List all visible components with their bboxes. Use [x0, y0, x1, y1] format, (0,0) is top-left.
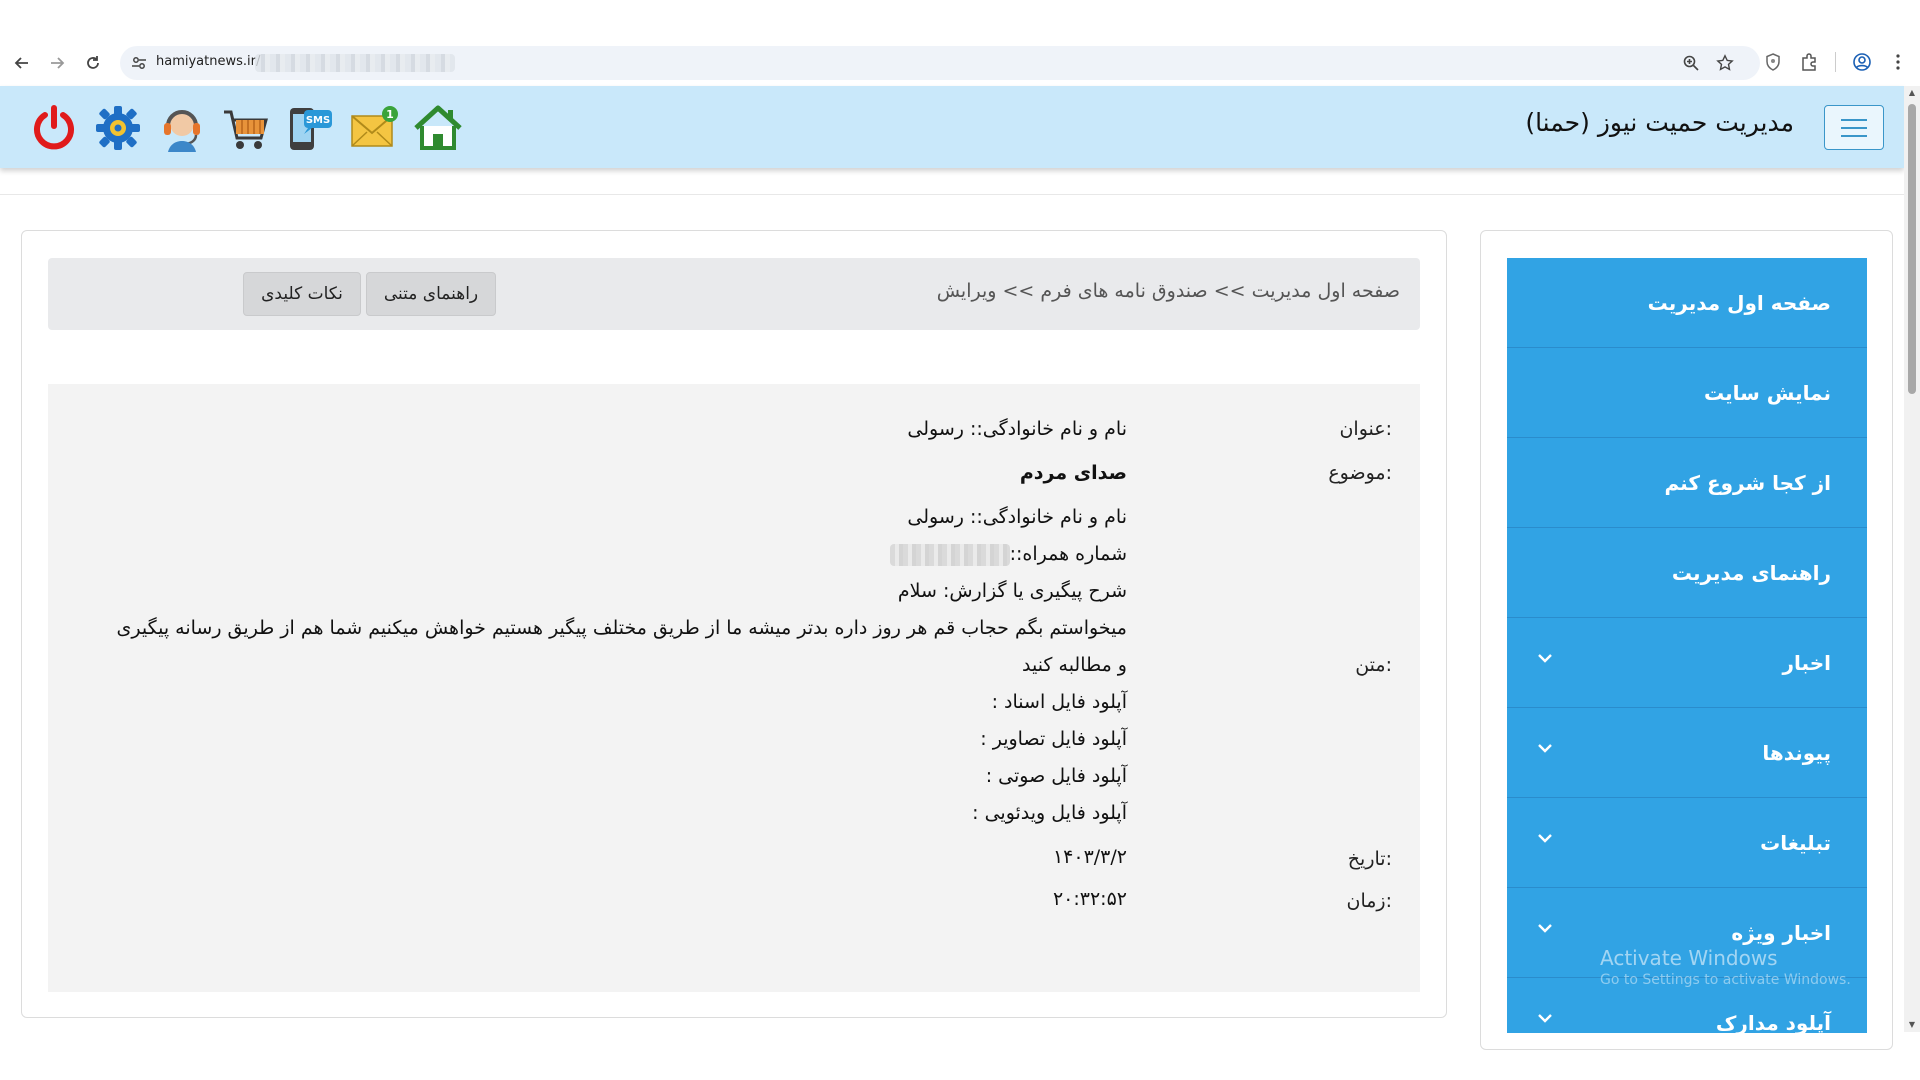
bookmark-star-icon[interactable]	[1716, 54, 1734, 72]
scroll-up-arrow-icon[interactable]: ▲	[1904, 86, 1920, 100]
app-title: مدیریت حمیت نیوز (حمنا)	[1525, 108, 1794, 137]
cart-icon[interactable]	[220, 102, 272, 154]
sidebar-item[interactable]: نمایش سایت	[1507, 348, 1867, 438]
back-arrow-icon[interactable]	[9, 50, 35, 76]
chevron-down-icon[interactable]	[1535, 918, 1555, 938]
power-icon[interactable]	[28, 102, 80, 154]
settings-gear-icon[interactable]	[92, 102, 144, 154]
page-scrollbar[interactable]: ▲ ▼	[1904, 86, 1920, 1032]
sidebar-item[interactable]: از کجا شروع کنم	[1507, 438, 1867, 528]
profile-icon[interactable]	[1852, 52, 1872, 72]
activate-windows-subtext: Go to Settings to activate Windows.	[1600, 972, 1851, 988]
phone-redacted	[889, 543, 1010, 566]
chevron-down-icon[interactable]	[1535, 1008, 1555, 1028]
address-bar[interactable]: hamiyatnews.ir/	[120, 46, 1760, 80]
zoom-icon[interactable]	[1682, 54, 1700, 72]
sidebar-item-label: تبلیغات	[1760, 831, 1831, 855]
mail-icon[interactable]: 1	[348, 102, 400, 154]
text-guide-button[interactable]: راهنمای متنی	[366, 272, 496, 316]
phone-label: شماره همراه::	[1009, 543, 1127, 565]
subject-value: صدای مردم	[1019, 462, 1127, 484]
sidebar-item[interactable]: راهنمای مدیریت	[1507, 528, 1867, 618]
scroll-thumb[interactable]	[1908, 104, 1916, 394]
sidebar-item[interactable]: صفحه اول مدیریت	[1507, 258, 1867, 348]
chevron-down-icon[interactable]	[1535, 738, 1555, 758]
forward-arrow-icon[interactable]	[44, 50, 70, 76]
body-label: متن:	[1355, 654, 1392, 676]
browser-chrome: hamiyatnews.ir/	[0, 0, 1920, 86]
body-line: آپلود فایل تصاویر :	[980, 728, 1127, 750]
sms-phone-icon[interactable]: SMS	[284, 102, 336, 154]
svg-text:SMS: SMS	[306, 115, 330, 126]
reload-icon[interactable]	[80, 50, 106, 76]
header-divider	[0, 194, 1904, 195]
sidebar-item[interactable]: اخبار	[1507, 618, 1867, 708]
toolbar-divider	[1835, 52, 1836, 72]
chevron-down-icon[interactable]	[1535, 828, 1555, 848]
body-line: آپلود فایل اسناد :	[991, 691, 1127, 713]
sidebar-item-label: راهنمای مدیریت	[1671, 561, 1831, 585]
date-value: ۱۴۰۳/۳/۲	[1052, 846, 1127, 868]
hamburger-line	[1841, 126, 1867, 129]
title-label: عنوان:	[1339, 418, 1392, 440]
body-line: میخواستم بگم حجاب قم هر روز داره بدتر می…	[116, 617, 1127, 639]
header-icon-toolbar: SMS 1	[28, 102, 464, 154]
body-line: آپلود فایل ویدئویی :	[972, 802, 1127, 824]
hamburger-line	[1841, 118, 1867, 121]
message-detail-box: عنوان: نام و نام خانوادگی:: رسولی موضوع:…	[48, 384, 1420, 992]
extensions-puzzle-icon[interactable]	[1799, 52, 1819, 72]
home-icon[interactable]	[412, 102, 464, 154]
body-line: نام و نام خانوادگی:: رسولی	[907, 506, 1127, 528]
sidebar-item-label: صفحه اول مدیریت	[1647, 291, 1831, 315]
support-headset-icon[interactable]	[156, 102, 208, 154]
breadcrumb-bar: صفحه اول مدیریت >> صندوق نامه های فرم >>…	[48, 258, 1420, 330]
sidebar-card: صفحه اول مدیریت نمایش سایت از کجا شروع کنم…	[1480, 230, 1893, 1050]
hamburger-line	[1841, 134, 1867, 137]
site-info-icon[interactable]	[130, 54, 148, 72]
hamburger-menu-button[interactable]	[1824, 105, 1884, 150]
svg-text:1: 1	[386, 108, 394, 121]
time-value: ۲۰:۳۲:۵۲	[1052, 888, 1127, 910]
app-header: SMS 1 مدیریت حمیت نیوز (حمنا)	[0, 86, 1904, 168]
sidebar-item-label: از کجا شروع کنم	[1664, 471, 1832, 495]
activate-windows-watermark: Activate Windows	[1600, 946, 1778, 970]
url-text: hamiyatnews.ir/	[156, 54, 261, 69]
main-content-card: صفحه اول مدیریت >> صندوق نامه های فرم >>…	[21, 230, 1447, 1018]
sidebar-item[interactable]: تبلیغات	[1507, 798, 1867, 888]
body-line: و مطالبه کنید	[1021, 654, 1127, 676]
url-redacted	[255, 54, 455, 72]
subject-label: موضوع:	[1328, 462, 1392, 484]
breadcrumb: صفحه اول مدیریت >> صندوق نامه های فرم >>…	[936, 280, 1400, 302]
sidebar-item-label: پیوندها	[1762, 741, 1831, 765]
body-line: شرح پیگیری یا گزارش: سلام	[897, 580, 1127, 602]
title-value: نام و نام خانوادگی:: رسولی	[907, 418, 1127, 440]
sidebar-item-label: نمایش سایت	[1703, 381, 1831, 405]
key-points-button[interactable]: نکات کلیدی	[243, 272, 361, 316]
browser-menu-icon[interactable]	[1888, 52, 1908, 72]
sidebar-menu: صفحه اول مدیریت نمایش سایت از کجا شروع کنم…	[1507, 258, 1867, 1033]
chevron-down-icon[interactable]	[1535, 648, 1555, 668]
scroll-down-arrow-icon[interactable]: ▼	[1904, 1018, 1920, 1032]
shield-extension-icon[interactable]	[1763, 52, 1783, 72]
date-label: تاریخ:	[1347, 848, 1392, 870]
body-line-phone: شماره همراه::	[889, 543, 1127, 566]
body-line: آپلود فایل صوتی :	[985, 765, 1127, 787]
sidebar-item[interactable]: پیوندها	[1507, 708, 1867, 798]
sidebar-item-label: اخبار	[1782, 651, 1831, 675]
time-label: زمان:	[1346, 890, 1392, 912]
